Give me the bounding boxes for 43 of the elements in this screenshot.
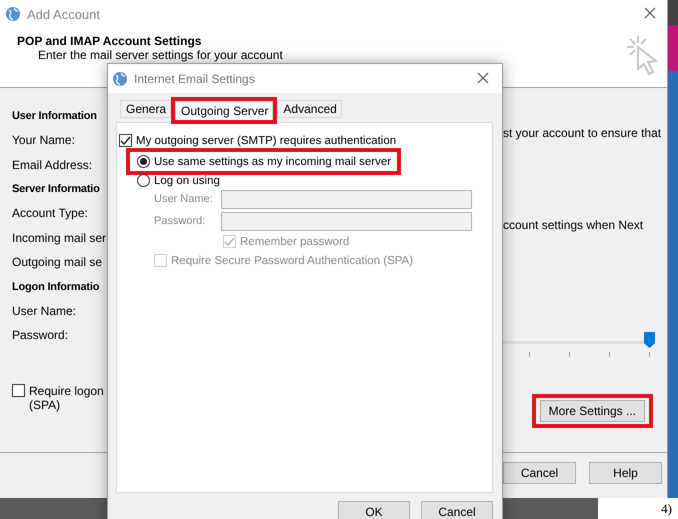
page-fragment: 4): [661, 500, 672, 516]
check-icon: [120, 135, 131, 146]
field-label: Your Name:: [12, 132, 76, 149]
section-title: Server Informatio: [12, 182, 101, 197]
field-label: Email Address:: [12, 156, 94, 174]
check-icon: [224, 236, 235, 247]
tab[interactable]: Advanced: [277, 100, 342, 118]
checkbox-label: Require logon: [29, 384, 104, 398]
field-label: Outgoing mail se: [12, 254, 104, 271]
page-subheading: Enter the mail server settings for your account: [38, 48, 284, 62]
window-title: Add Account: [27, 6, 101, 22]
next-text: ccount settings when Next: [503, 218, 644, 234]
test-account-text: st your account to ensure that: [503, 126, 662, 142]
section-title: Logon Informatio: [12, 280, 100, 294]
radio-label: Use same settings as my incoming mail server: [154, 156, 392, 168]
logon-checkbox[interactable]: [12, 384, 25, 396]
field-label: Incoming mail ser: [12, 230, 107, 246]
field-label: Password:: [12, 327, 70, 344]
radio-button[interactable]: [137, 155, 150, 168]
field-label: User Name:: [12, 302, 78, 320]
checkbox-label: (SPA): [29, 398, 62, 412]
checkbox-label: My outgoing server (SMTP) requires authentication: [136, 134, 396, 146]
dialog-button[interactable]: Cancel: [421, 501, 493, 519]
dialog-button[interactable]: OK: [338, 501, 410, 519]
field-label: Password:: [154, 215, 206, 227]
field-label: Account Type:: [12, 205, 89, 222]
auth-checkbox[interactable]: [119, 134, 132, 147]
dialog-button[interactable]: Help: [589, 462, 662, 484]
radio-label: Log on using: [154, 174, 220, 186]
slider-thumb[interactable]: [644, 332, 655, 348]
globe-icon: [5, 6, 21, 22]
dialog-button[interactable]: Cancel: [503, 462, 576, 484]
field-label: User Name:: [154, 193, 214, 205]
checkbox-label: Remember password: [240, 236, 350, 248]
radio-button[interactable]: [137, 174, 150, 187]
more-settings-button[interactable]: More Settings ...: [540, 400, 645, 422]
checkbox-label: Require Secure Password Authentication (SPA): [171, 254, 414, 266]
section-title: User Information: [12, 109, 98, 124]
dialog-title: Internet Email Settings: [134, 72, 256, 86]
tab[interactable]: Outgoing Server: [175, 101, 274, 120]
tab[interactable]: Genera: [120, 100, 172, 118]
page-heading: POP and IMAP Account Settings: [17, 34, 202, 48]
globe-icon: [112, 70, 128, 86]
